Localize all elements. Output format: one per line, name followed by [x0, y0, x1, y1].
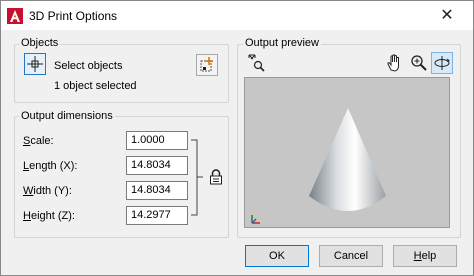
pan-button[interactable]: [384, 52, 406, 74]
output-dimensions-group-label: Output dimensions: [19, 110, 115, 122]
objects-group-label: Objects: [19, 37, 61, 49]
ok-button[interactable]: OK: [245, 245, 309, 267]
lock-icon[interactable]: [209, 169, 223, 185]
cancel-button[interactable]: Cancel: [319, 245, 383, 267]
quick-select-button[interactable]: [196, 54, 218, 76]
width-field[interactable]: 14.8034: [126, 181, 188, 200]
zoom-extents-icon: [248, 54, 265, 72]
output-preview-group-label: Output preview: [243, 37, 321, 49]
help-button[interactable]: Help: [393, 245, 457, 267]
scale-label: Scale:: [23, 135, 54, 147]
height-field[interactable]: 14.2977: [126, 206, 188, 225]
proportion-bracket: [191, 139, 203, 216]
close-icon[interactable]: ✕: [437, 6, 457, 26]
dialog-window: 3D Print Options ✕ Objects Select object…: [0, 0, 474, 276]
select-objects-label: Select objects: [54, 60, 123, 72]
select-objects-icon: [27, 56, 43, 72]
zoom-icon: [411, 55, 427, 71]
window-title: 3D Print Options: [29, 9, 118, 23]
zoom-button[interactable]: [408, 52, 430, 74]
pan-hand-icon: [387, 54, 399, 72]
scale-field[interactable]: 1.0000: [126, 131, 188, 150]
length-field[interactable]: 14.8034: [126, 156, 188, 175]
height-label: Height (Z):: [23, 210, 75, 222]
title-bar: 3D Print Options ✕: [1, 1, 473, 30]
selection-status: 1 object selected: [54, 80, 137, 92]
autocad-app-icon: [7, 8, 23, 24]
ucs-axis-icon: [251, 215, 260, 224]
select-objects-button[interactable]: [24, 53, 46, 75]
length-label: Length (X):: [23, 160, 78, 172]
cone-model: [309, 108, 386, 211]
orbit-button[interactable]: [431, 52, 453, 74]
orbit-icon: [434, 56, 450, 70]
quick-select-icon: [200, 57, 213, 72]
preview-viewport[interactable]: [244, 77, 450, 228]
zoom-extents-button[interactable]: [246, 52, 268, 74]
width-label: Width (Y):: [23, 185, 72, 197]
